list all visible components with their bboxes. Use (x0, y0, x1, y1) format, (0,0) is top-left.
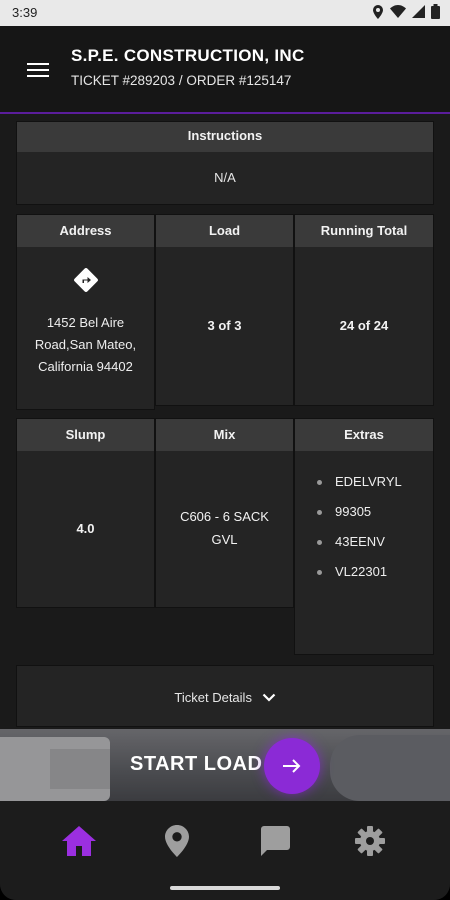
extras-item: VL22301 (317, 561, 405, 583)
status-time: 3:39 (12, 5, 38, 20)
specs-row: Slump 4.0 Mix C606 - 6 SACK GVL Extras E… (16, 418, 434, 655)
arrow-right-icon (283, 759, 301, 773)
location-status-icon (373, 4, 383, 19)
nav-location[interactable] (157, 821, 197, 861)
running-total-card: Running Total 24 of 24 (294, 214, 434, 406)
slump-card: Slump 4.0 (16, 418, 155, 608)
location-pin-icon (165, 825, 189, 857)
extras-list: EDELVRYL 99305 43EENV VL22301 (295, 451, 433, 583)
ticket-details-toggle[interactable]: Ticket Details (16, 665, 434, 727)
address-label: Address (17, 215, 154, 247)
directions-icon[interactable] (73, 267, 99, 293)
address-line-2: Road,San Mateo, (34, 337, 137, 352)
app-header: S.P.E. CONSTRUCTION, INC TICKET #289203 … (0, 26, 450, 114)
home-icon (62, 826, 96, 856)
company-name: S.P.E. CONSTRUCTION, INC (71, 46, 305, 65)
mix-line-2: GVL (211, 532, 238, 547)
gesture-home-indicator (170, 886, 280, 890)
ticket-order-line: TICKET #289203 / ORDER #125147 (71, 73, 292, 88)
extras-card: Extras EDELVRYL 99305 43EENV VL22301 (294, 418, 434, 655)
instructions-value: N/A (214, 170, 236, 185)
instructions-title: Instructions (17, 122, 433, 152)
start-load-arrow-button[interactable] (264, 738, 320, 794)
status-bar: 3:39 (0, 0, 450, 26)
bottom-navigation (0, 801, 450, 900)
extras-item: 43EENV (317, 531, 405, 553)
nav-settings[interactable] (350, 821, 390, 861)
mix-card: Mix C606 - 6 SACK GVL (155, 418, 294, 608)
start-load-label: START LOAD (130, 753, 263, 775)
app-screen: S.P.E. CONSTRUCTION, INC TICKET #289203 … (0, 26, 450, 900)
load-label: Load (156, 215, 293, 247)
mix-label: Mix (156, 419, 293, 451)
mix-line-1: C606 - 6 SACK (180, 509, 269, 524)
address-card[interactable]: Address 1452 Bel Aire Road,San Mateo, Ca… (16, 214, 155, 410)
start-load-button[interactable]: START LOAD (0, 729, 450, 801)
load-card: Load 3 of 3 (155, 214, 294, 406)
nav-messages[interactable] (254, 821, 294, 861)
extras-item: EDELVRYL (317, 471, 405, 493)
signal-status-icon (412, 5, 425, 18)
settings-gear-icon (355, 826, 385, 856)
wifi-status-icon (390, 5, 406, 18)
hamburger-menu-icon[interactable] (27, 63, 49, 79)
chat-icon (261, 826, 290, 856)
instructions-card: Instructions N/A (16, 121, 434, 205)
load-value: 3 of 3 (207, 317, 242, 333)
slump-label: Slump (17, 419, 154, 451)
extras-label: Extras (295, 419, 433, 451)
ticket-details-label: Ticket Details (174, 690, 252, 706)
battery-status-icon (431, 4, 440, 19)
address-line-3: California 94402 (38, 359, 133, 374)
status-icons (372, 4, 440, 19)
running-total-label: Running Total (295, 215, 433, 247)
chevron-down-icon (262, 693, 275, 702)
mix-value: C606 - 6 SACK GVL (156, 451, 293, 605)
summary-row: Address 1452 Bel Aire Road,San Mateo, Ca… (16, 214, 434, 410)
nav-home[interactable] (59, 821, 99, 861)
extras-item: 99305 (317, 501, 405, 523)
slump-value: 4.0 (76, 520, 95, 536)
address-line-1: 1452 Bel Aire (46, 315, 125, 330)
running-total-value: 24 of 24 (339, 317, 389, 333)
